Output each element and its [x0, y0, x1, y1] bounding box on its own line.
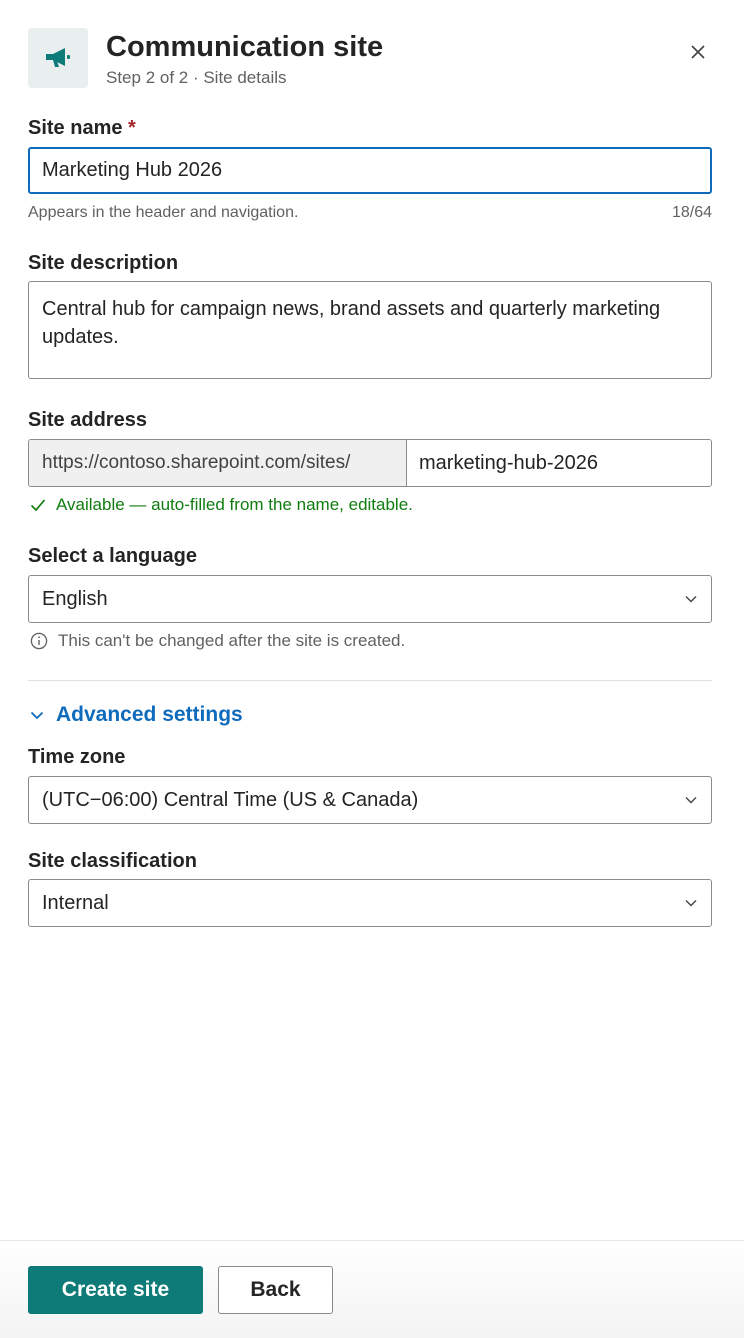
advanced-settings-toggle[interactable]: Advanced settings	[30, 703, 243, 727]
step-indicator: Step 2 of 2 · Site details	[106, 68, 287, 87]
site-address-prefix: https://contoso.sharepoint.com/sites/	[29, 440, 407, 486]
chevron-down-icon	[685, 900, 697, 907]
back-button[interactable]: Back	[218, 1266, 333, 1314]
time-zone-label: Time zone	[28, 746, 126, 768]
site-address-label: Site address	[28, 409, 147, 431]
site-address-field: https://contoso.sharepoint.com/sites/ ma…	[28, 439, 712, 487]
required-marker: *	[128, 117, 136, 139]
page-title: Communication site	[106, 31, 384, 63]
site-description-label: Site description	[28, 252, 179, 274]
create-site-button[interactable]: Create site	[28, 1266, 203, 1314]
site-description-input[interactable]: Central hub for campaign news, brand ass…	[28, 281, 712, 379]
checkmark-icon	[30, 499, 46, 512]
create-site-panel: Communication site Step 2 of 2 · Site de…	[0, 0, 744, 1338]
site-name-input[interactable]: Marketing Hub 2026	[28, 147, 712, 194]
chevron-down-icon	[685, 797, 697, 804]
close-icon	[691, 45, 705, 59]
info-icon	[30, 632, 48, 650]
classification-label: Site classification	[28, 850, 197, 872]
megaphone-icon	[28, 28, 88, 88]
chevron-down-icon	[685, 596, 697, 603]
site-description-value: Central hub for campaign news, brand ass…	[42, 298, 661, 348]
panel-header: Communication site Step 2 of 2 · Site de…	[28, 28, 716, 90]
site-address-status: Available — auto-filled from the name, e…	[30, 495, 413, 515]
site-name-label-text: Site name	[28, 117, 123, 139]
site-address-value: marketing-hub-2026	[419, 451, 598, 474]
site-name-char-counter: 18/64	[671, 204, 712, 221]
site-name-value: Marketing Hub 2026	[42, 159, 223, 181]
advanced-settings-label: Advanced settings	[56, 703, 243, 726]
language-select[interactable]: English	[28, 575, 712, 623]
close-button[interactable]	[684, 38, 712, 66]
section-divider	[28, 680, 712, 681]
time-zone-value: (UTC−06:00) Central Time (US & Canada)	[42, 788, 419, 811]
site-address-status-text: Available — auto-filled from the name, e…	[56, 495, 413, 514]
classification-value: Internal	[42, 891, 109, 914]
chevron-down-icon	[30, 711, 44, 719]
site-name-hint: Appears in the header and navigation.	[28, 204, 299, 221]
language-note-text: This can't be changed after the site is …	[58, 631, 406, 650]
site-address-input[interactable]: marketing-hub-2026	[407, 440, 711, 486]
site-name-label: Site name *	[28, 116, 136, 140]
classification-select[interactable]: Internal	[28, 879, 712, 927]
time-zone-select[interactable]: (UTC−06:00) Central Time (US & Canada)	[28, 776, 712, 824]
language-value: English	[42, 587, 108, 610]
language-note: This can't be changed after the site is …	[30, 631, 405, 651]
language-label: Select a language	[28, 545, 197, 567]
